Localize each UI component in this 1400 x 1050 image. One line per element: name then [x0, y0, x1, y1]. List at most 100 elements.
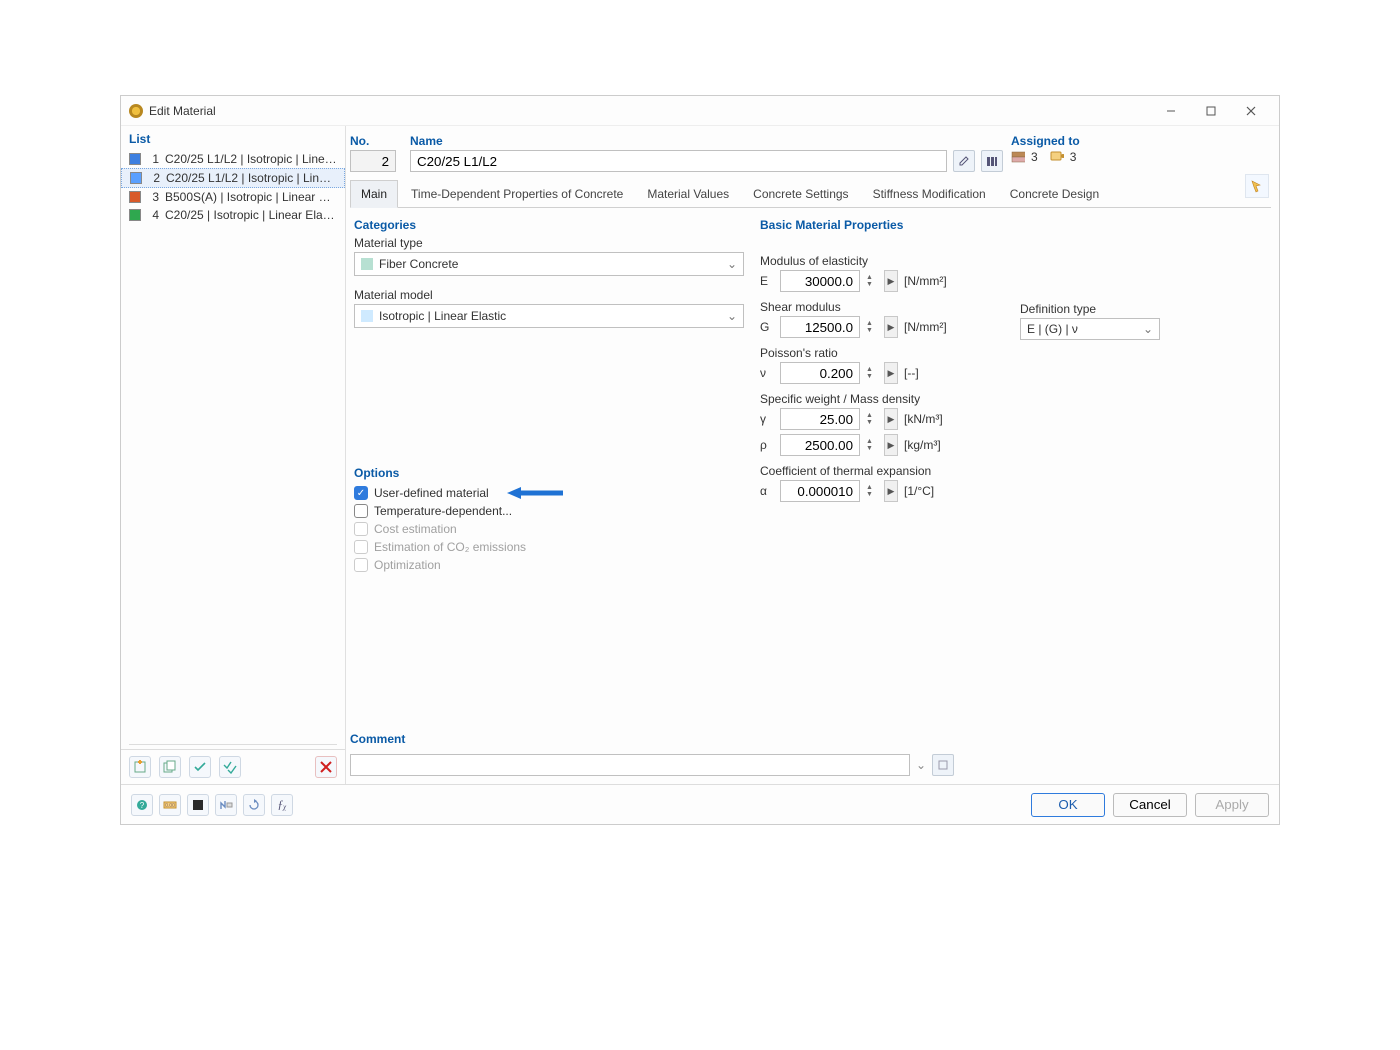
list-item[interactable]: 4 C20/25 | Isotropic | Linear Elastic [121, 206, 345, 224]
option-row[interactable]: ✓User-defined material [354, 484, 744, 502]
options-title: Options [354, 466, 744, 480]
refresh-button[interactable] [243, 794, 265, 816]
list-toolbar [121, 749, 345, 784]
apply-button[interactable]: Apply [1195, 793, 1269, 817]
minimize-button[interactable] [1151, 97, 1191, 125]
property-menu-button[interactable]: ▶ [884, 480, 898, 502]
tab-concrete-settings[interactable]: Concrete Settings [742, 180, 859, 207]
cancel-button[interactable]: Cancel [1113, 793, 1187, 817]
property-value-field[interactable] [780, 434, 860, 456]
option-row: Estimation of CO₂ emissions [354, 538, 744, 556]
list-item[interactable]: 3 B500S(A) | Isotropic | Linear Elastic [121, 188, 345, 206]
tab-concrete-design[interactable]: Concrete Design [999, 180, 1110, 207]
property-value-field[interactable] [780, 408, 860, 430]
tab-time-dependent-properties-of-concrete[interactable]: Time-Dependent Properties of Concrete [400, 180, 634, 207]
property-menu-button[interactable]: ▶ [884, 316, 898, 338]
property-value-field[interactable] [780, 480, 860, 502]
property-menu-button[interactable]: ▶ [884, 362, 898, 384]
option-row: Cost estimation [354, 520, 744, 538]
material-type-dropdown[interactable]: Fiber Concrete ⌄ [354, 252, 744, 276]
spinner-icon[interactable]: ▲▼ [866, 412, 878, 426]
spinner-icon[interactable]: ▲▼ [866, 320, 878, 334]
property-row: G ▲▼ ▶ [N/mm²] [760, 316, 1267, 338]
material-label: C20/25 L1/L2 | Isotropic | Linear Elasti… [166, 171, 336, 185]
name-library-icon[interactable] [981, 150, 1003, 172]
property-symbol: G [760, 320, 774, 334]
spinner-icon[interactable]: ▲▼ [866, 366, 878, 380]
property-group-label: Specific weight / Mass density [760, 392, 1267, 406]
property-unit: [--] [904, 366, 919, 380]
material-number: 4 [147, 208, 159, 222]
function-button[interactable]: ƒᵪ [271, 794, 293, 816]
property-row: ρ ▲▼ ▶ [kg/m³] [760, 434, 1267, 456]
spinner-icon[interactable]: ▲▼ [866, 274, 878, 288]
chevron-down-icon[interactable]: ⌄ [916, 758, 926, 772]
material-list[interactable]: 1 C20/25 L1/L2 | Isotropic | Linear Elas… [121, 150, 345, 744]
ok-button[interactable]: OK [1031, 793, 1105, 817]
no-label: No. [350, 134, 402, 148]
list-item[interactable]: 1 C20/25 L1/L2 | Isotropic | Linear Elas… [121, 150, 345, 168]
property-value-field[interactable] [780, 270, 860, 292]
copy-item-button[interactable] [159, 756, 181, 778]
property-group-label: Poisson's ratio [760, 346, 1267, 360]
help-button[interactable]: ? [131, 794, 153, 816]
option-label: Temperature-dependent... [374, 504, 512, 518]
chevron-down-icon: ⌄ [1143, 322, 1153, 336]
comment-library-button[interactable] [932, 754, 954, 776]
spinner-icon[interactable]: ▲▼ [866, 438, 878, 452]
property-menu-button[interactable]: ▶ [884, 434, 898, 456]
spinner-icon[interactable]: ▲▼ [866, 484, 878, 498]
chevron-down-icon: ⌄ [727, 257, 737, 271]
checkbox [354, 540, 368, 554]
name-field[interactable] [410, 150, 947, 172]
units-button[interactable] [215, 794, 237, 816]
precision-button[interactable]: 0.00 [159, 794, 181, 816]
property-unit: [kN/m³] [904, 412, 943, 426]
property-row: α ▲▼ ▶ [1/°C] [760, 480, 1267, 502]
property-symbol: ρ [760, 438, 774, 452]
material-type-swatch [361, 258, 373, 270]
svg-text:?: ? [140, 801, 145, 810]
option-row[interactable]: Temperature-dependent... [354, 502, 744, 520]
material-model-dropdown[interactable]: Isotropic | Linear Elastic ⌄ [354, 304, 744, 328]
property-row: γ ▲▼ ▶ [kN/m³] [760, 408, 1267, 430]
tab-main[interactable]: Main [350, 180, 398, 208]
material-number: 1 [147, 152, 159, 166]
material-model-value: Isotropic | Linear Elastic [379, 309, 721, 323]
property-group-label: Modulus of elasticity [760, 254, 1267, 268]
property-symbol: E [760, 274, 774, 288]
beam-icon [1011, 150, 1025, 164]
property-group-label: Coefficient of thermal expansion [760, 464, 1267, 478]
material-label: B500S(A) | Isotropic | Linear Elastic [165, 190, 337, 204]
definition-type-dropdown[interactable]: E | (G) | ν ⌄ [1020, 318, 1160, 340]
property-menu-button[interactable]: ▶ [884, 408, 898, 430]
tab-material-values[interactable]: Material Values [636, 180, 740, 207]
no-field[interactable] [350, 150, 396, 172]
comment-field[interactable] [350, 754, 910, 776]
property-menu-button[interactable]: ▶ [884, 270, 898, 292]
delete-item-button[interactable] [315, 756, 337, 778]
edit-material-dialog: Edit Material List 1 C20/25 L1/L2 | Isot… [120, 95, 1280, 825]
property-value-field[interactable] [780, 316, 860, 338]
property-unit: [1/°C] [904, 484, 934, 498]
name-edit-icon[interactable] [953, 150, 975, 172]
arrow-annotation [505, 486, 565, 500]
list-item[interactable]: 2 C20/25 L1/L2 | Isotropic | Linear Elas… [121, 168, 345, 188]
tab-stiffness-modification[interactable]: Stiffness Modification [862, 180, 997, 207]
material-number: 2 [148, 171, 160, 185]
option-label: Cost estimation [374, 522, 457, 536]
checkbox[interactable] [354, 504, 368, 518]
tag-icon [1050, 150, 1064, 164]
svg-text:0.00: 0.00 [165, 803, 175, 809]
color-button[interactable] [187, 794, 209, 816]
property-value-field[interactable] [780, 362, 860, 384]
checkbox[interactable]: ✓ [354, 486, 368, 500]
check-single-button[interactable] [189, 756, 211, 778]
new-item-button[interactable] [129, 756, 151, 778]
maximize-button[interactable] [1191, 97, 1231, 125]
material-list-panel: List 1 C20/25 L1/L2 | Isotropic | Linear… [121, 126, 346, 784]
pick-assign-button[interactable] [1245, 174, 1269, 198]
close-button[interactable] [1231, 97, 1271, 125]
property-symbol: γ [760, 412, 774, 426]
check-all-button[interactable] [219, 756, 241, 778]
